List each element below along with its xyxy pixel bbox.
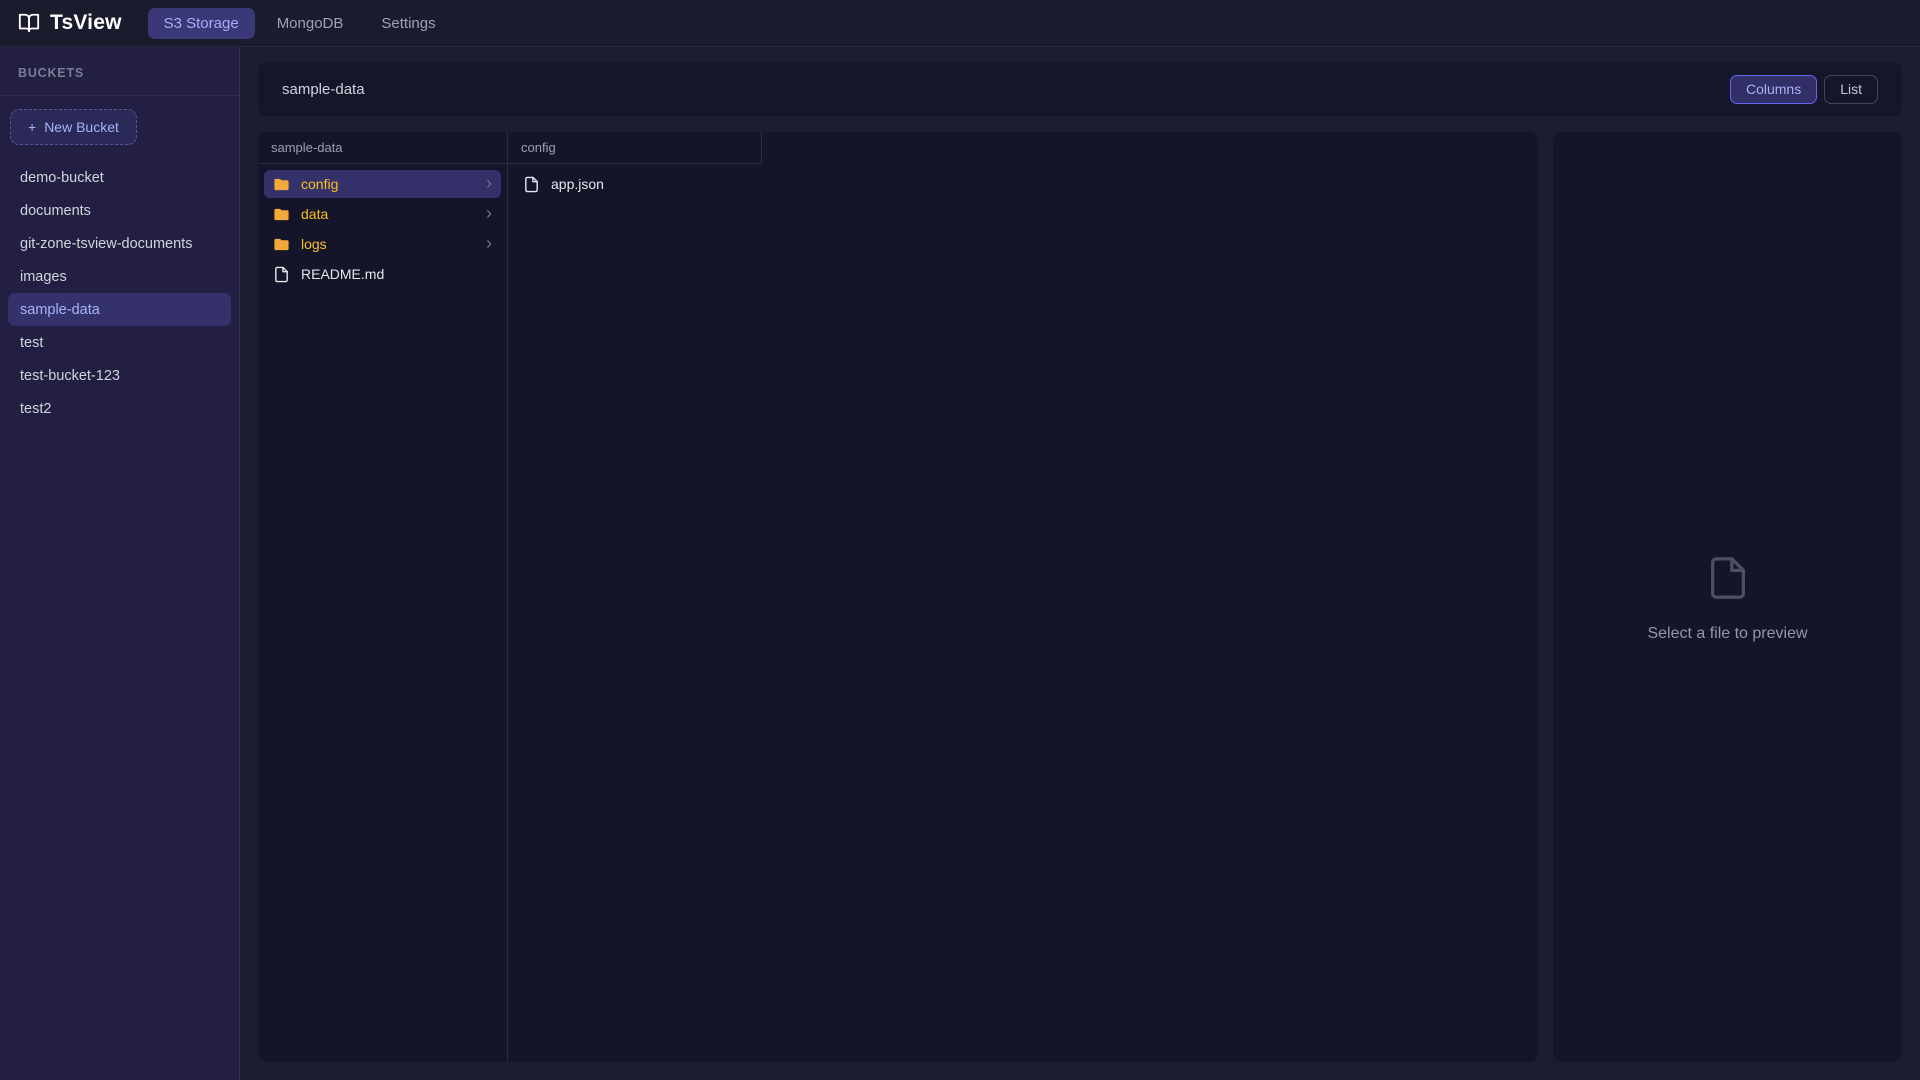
folder-icon [273, 236, 290, 253]
bucket-item-demo-bucket[interactable]: demo-bucket [0, 161, 239, 194]
folder-entry-data[interactable]: data › [264, 200, 501, 228]
column-items: app.json [508, 164, 762, 204]
app-logo: TsView [18, 11, 122, 35]
entry-name: config [301, 176, 339, 192]
app-title: TsView [50, 11, 122, 34]
bucket-item-test2[interactable]: test2 [0, 392, 239, 425]
new-bucket-button[interactable]: + New Bucket [10, 109, 137, 145]
new-bucket-label: New Bucket [44, 119, 119, 135]
bucket-item-git-zone-tsview-documents[interactable]: git-zone-tsview-documents [0, 227, 239, 260]
column-items: config › data › logs › README.md [258, 164, 507, 294]
chevron-right-icon: › [486, 202, 492, 223]
bucket-title: sample-data [282, 80, 365, 98]
entry-name: README.md [301, 266, 385, 282]
column-header: config [508, 132, 762, 164]
buckets-sidebar: BUCKETS + New Bucket demo-bucket documen… [0, 47, 240, 1080]
entry-name: data [301, 206, 329, 222]
file-entry-app-json[interactable]: app.json [514, 170, 756, 198]
content-row: sample-data config › data › logs › READM… [258, 132, 1902, 1062]
list-view-button[interactable]: List [1824, 74, 1878, 104]
file-entry-readme[interactable]: README.md [264, 260, 501, 288]
entry-name: app.json [551, 176, 604, 192]
nav-tab-mongodb[interactable]: MongoDB [261, 8, 360, 39]
preview-placeholder-text: Select a file to preview [1647, 625, 1808, 642]
main-area: sample-data Columns List sample-data con… [241, 47, 1920, 1080]
sidebar-heading: BUCKETS [0, 47, 239, 96]
bucket-toolbar: sample-data Columns List [258, 62, 1902, 116]
nav-tab-s3-storage[interactable]: S3 Storage [147, 7, 255, 39]
bucket-item-test-bucket-123[interactable]: test-bucket-123 [0, 359, 239, 392]
plus-icon: + [28, 119, 37, 135]
browser-column-config: config app.json [508, 132, 762, 1062]
file-preview-panel: Select a file to preview [1553, 132, 1902, 1062]
bucket-item-documents[interactable]: documents [0, 194, 239, 227]
top-bar: TsView S3 Storage MongoDB Settings [0, 0, 1920, 47]
folder-entry-logs[interactable]: logs › [264, 230, 501, 258]
folder-icon [273, 206, 290, 223]
chevron-right-icon: › [486, 172, 492, 193]
browser-column-sample-data: sample-data config › data › logs › READM… [258, 132, 508, 1062]
document-placeholder-icon [1705, 551, 1751, 605]
open-book-icon [18, 12, 40, 34]
view-toggle: Columns List [1729, 74, 1878, 104]
bucket-list: demo-bucket documents git-zone-tsview-do… [0, 161, 239, 425]
bucket-item-test[interactable]: test [0, 326, 239, 359]
main-nav: S3 Storage MongoDB Settings [147, 7, 452, 39]
file-icon [273, 266, 290, 283]
bucket-item-sample-data[interactable]: sample-data [8, 293, 231, 326]
columns-view-button[interactable]: Columns [1729, 74, 1818, 104]
file-icon [523, 176, 540, 193]
nav-tab-settings[interactable]: Settings [365, 8, 451, 39]
entry-name: logs [301, 236, 327, 252]
column-header: sample-data [258, 132, 507, 164]
bucket-item-images[interactable]: images [0, 260, 239, 293]
folder-icon [273, 176, 290, 193]
folder-entry-config[interactable]: config › [264, 170, 501, 198]
file-browser-columns: sample-data config › data › logs › READM… [258, 132, 1538, 1062]
chevron-right-icon: › [486, 232, 492, 253]
